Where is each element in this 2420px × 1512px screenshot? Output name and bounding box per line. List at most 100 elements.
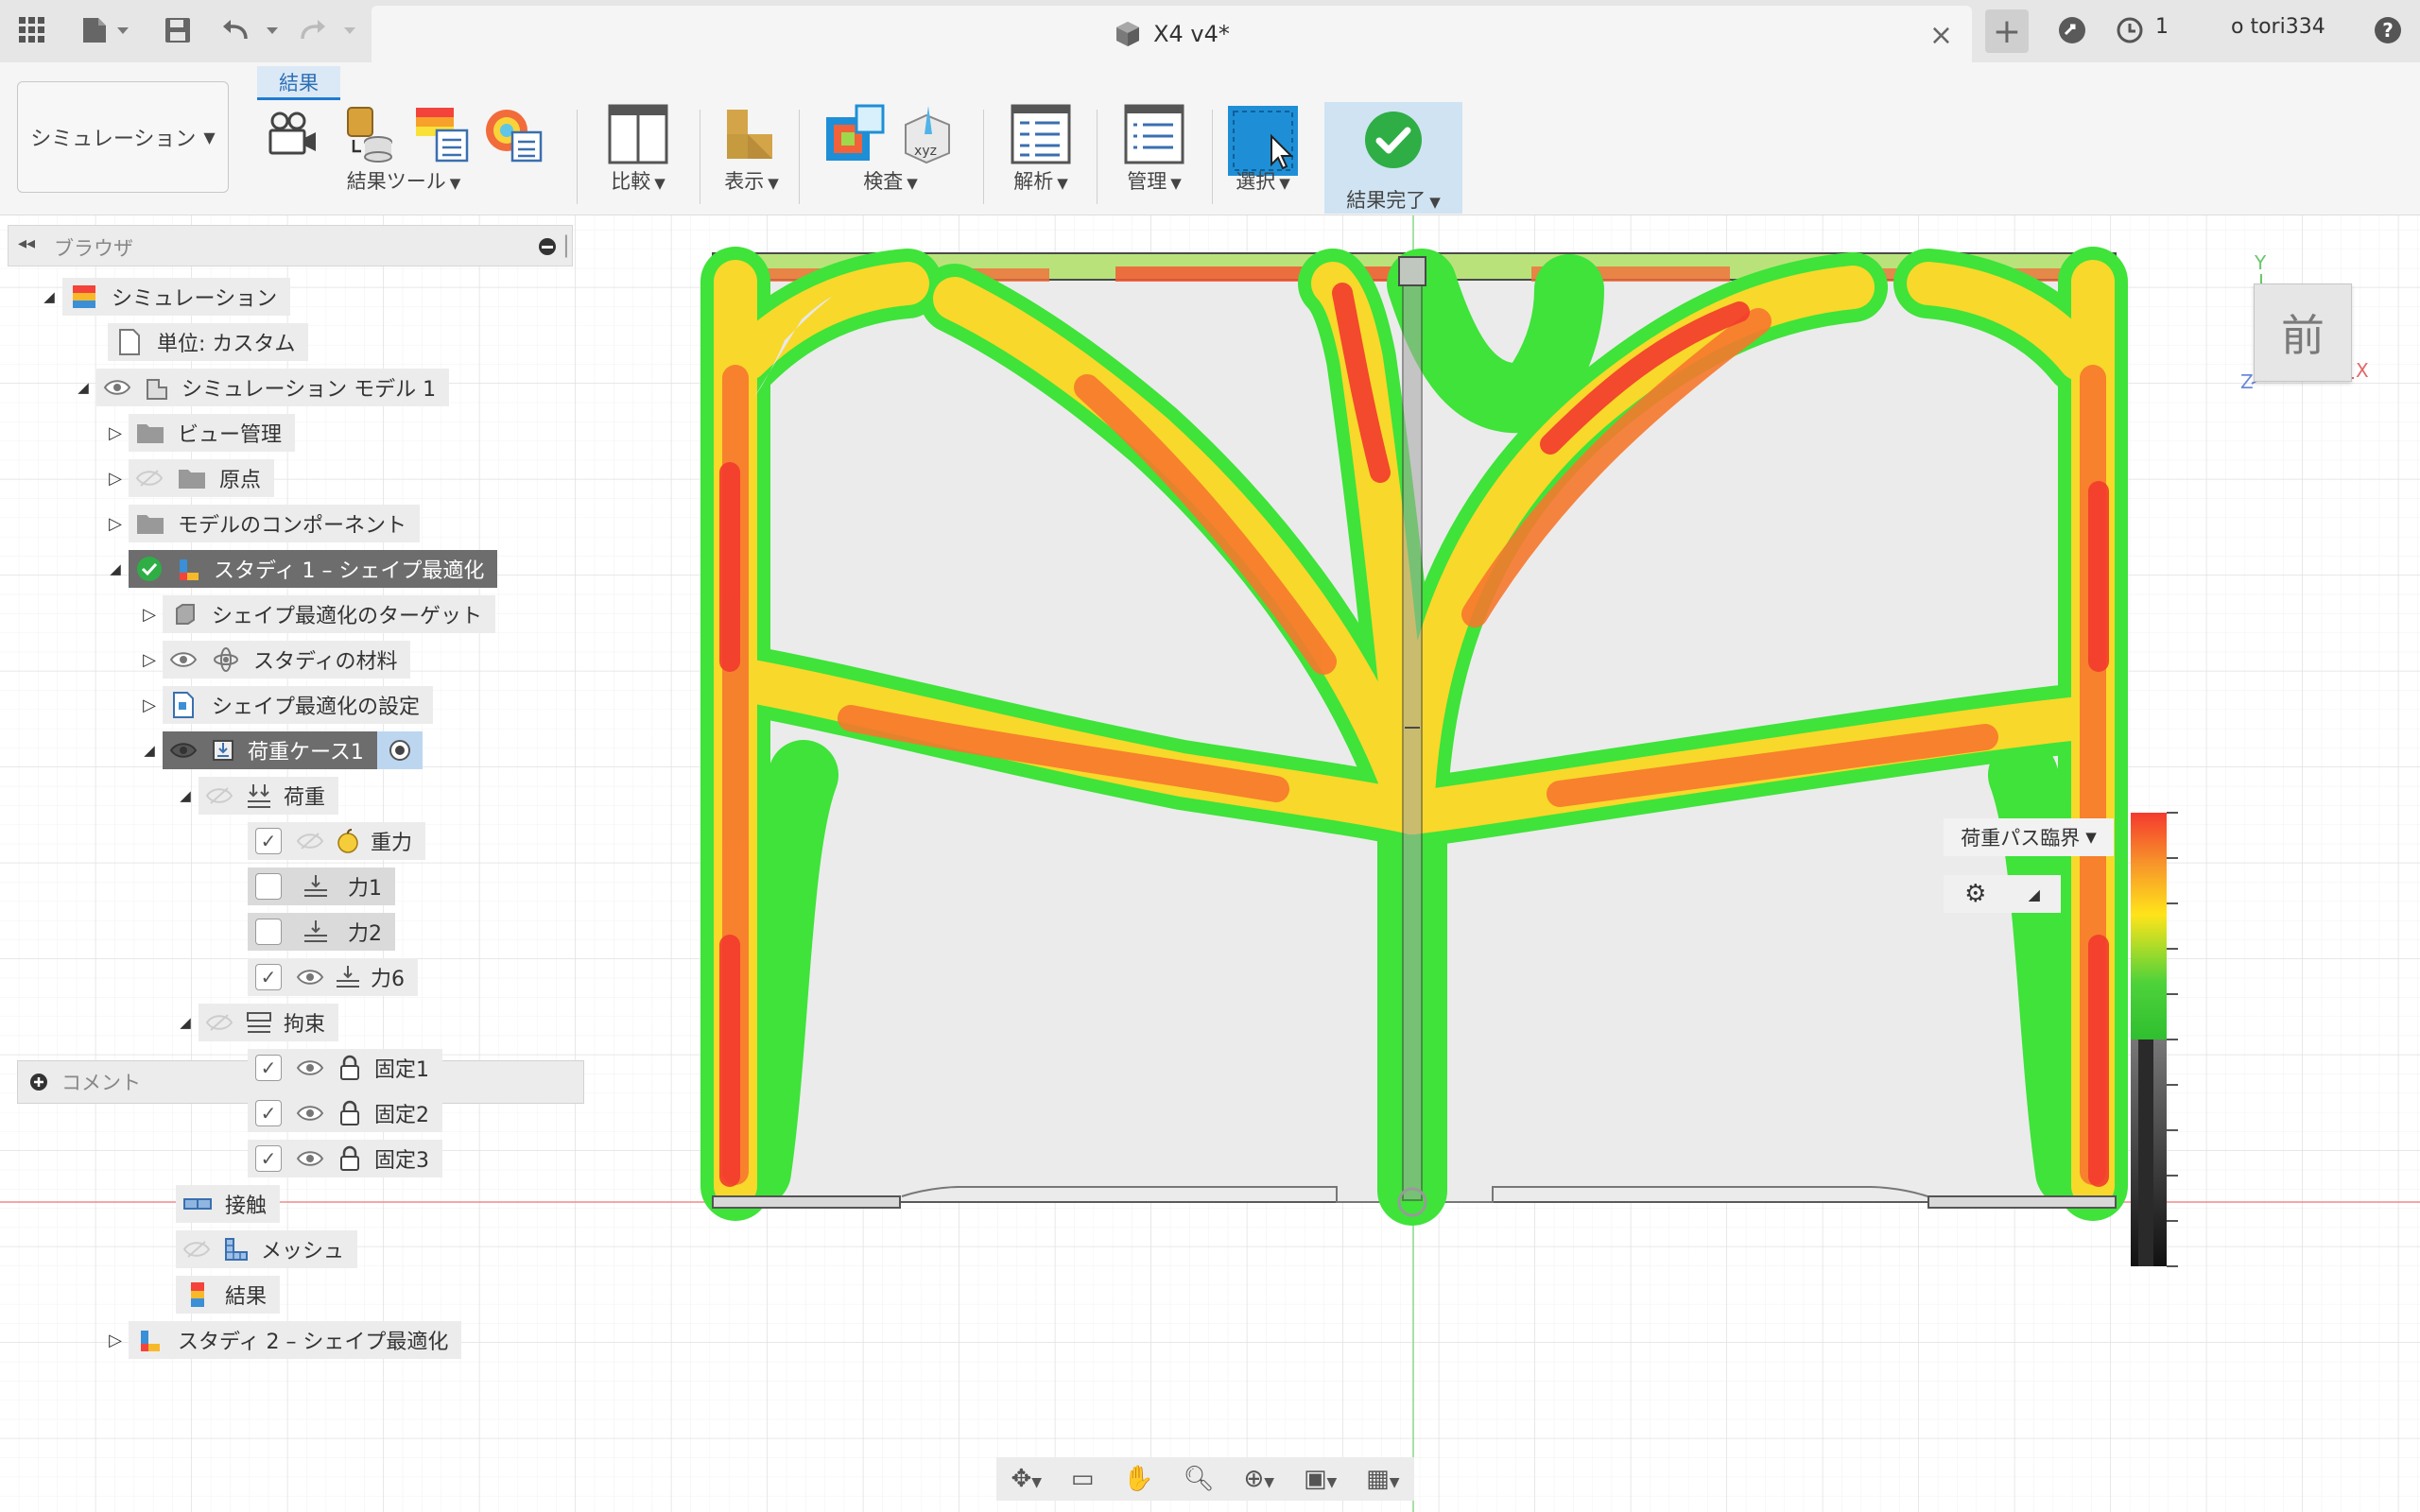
expand-triangle-icon[interactable]: ▷ <box>102 423 129 443</box>
view-cube[interactable]: 前 <box>2254 284 2352 382</box>
fixed1-checkbox[interactable]: ✓ <box>255 1055 282 1081</box>
tree-force1[interactable]: 力1 <box>248 868 395 905</box>
minimize-panel-icon[interactable] <box>538 237 557 256</box>
result-legend-icon[interactable] <box>410 104 471 164</box>
display-blocks-icon[interactable] <box>721 104 782 164</box>
tree-mesh[interactable]: メッシュ <box>176 1230 358 1268</box>
tab-results[interactable]: 結果 <box>257 66 340 100</box>
redo-icon[interactable] <box>299 11 365 49</box>
hidden-eye-icon[interactable] <box>199 1004 240 1041</box>
canvas-viewport[interactable]: Y Z X <box>0 215 2420 1512</box>
tree-model[interactable]: ◢ シミュレーション モデル 1 <box>70 369 450 406</box>
panel-resize-handle[interactable]: | <box>562 232 570 258</box>
force2-checkbox[interactable] <box>255 919 282 945</box>
close-tab-icon[interactable]: × <box>1929 19 1953 52</box>
analysis-list-icon[interactable] <box>1011 104 1071 164</box>
display-settings-icon[interactable]: ▣▼ <box>1304 1465 1337 1493</box>
tree-study2[interactable]: ▷ スタディ 2 – シェイプ最適化 <box>102 1321 462 1359</box>
tree-fixed2[interactable]: ✓ 固定2 <box>248 1094 442 1132</box>
legend-settings-gear-icon[interactable]: ⚙ <box>1964 880 1986 908</box>
tree-units[interactable]: 単位: カスタム <box>108 323 309 361</box>
expand-triangle-icon[interactable]: ▷ <box>102 1331 129 1350</box>
tree-loads[interactable]: ◢ 荷重 <box>172 777 339 815</box>
orbit-icon[interactable]: ✥▼ <box>1011 1465 1042 1493</box>
fixed2-checkbox[interactable]: ✓ <box>255 1100 282 1126</box>
compare-split-icon[interactable] <box>608 104 668 164</box>
tree-force6[interactable]: ✓ 力6 <box>248 958 418 996</box>
compare-label[interactable]: 比較 ▼ <box>586 166 690 195</box>
visibility-eye-icon[interactable] <box>289 1140 331 1177</box>
expand-triangle-icon[interactable]: ◢ <box>136 742 163 759</box>
expand-triangle-icon[interactable]: ◢ <box>102 560 129 577</box>
left-base-pad[interactable] <box>712 1195 901 1209</box>
hidden-eye-icon[interactable] <box>129 459 170 497</box>
tree-simulation[interactable]: ◢ シミュレーション <box>36 278 291 316</box>
tree-opt-settings[interactable]: ▷ シェイプ最適化の設定 <box>136 686 434 724</box>
hidden-eye-icon[interactable] <box>199 777 240 815</box>
tree-gravity[interactable]: ✓ 重力 <box>248 822 426 860</box>
undo-icon[interactable] <box>221 11 287 49</box>
center-rod[interactable] <box>1397 256 1427 1217</box>
hidden-eye-icon[interactable] <box>289 822 331 860</box>
result-tools-label[interactable]: 結果ツール ▼ <box>248 166 560 195</box>
user-name[interactable]: o tori334 <box>2231 15 2325 39</box>
expand-triangle-icon[interactable]: ◢ <box>172 787 199 804</box>
legend-collapse-icon[interactable]: ◢ <box>2029 885 2040 903</box>
pan-hand-icon[interactable]: ✋ <box>1123 1465 1153 1493</box>
fit-window-icon[interactable]: ⊕▼ <box>1243 1465 1274 1493</box>
visibility-eye-icon[interactable] <box>163 731 204 769</box>
tree-contact[interactable]: 接触 <box>176 1185 281 1223</box>
model-canvas[interactable] <box>0 215 2420 1512</box>
tree-constraints[interactable]: ◢ 拘束 <box>172 1004 339 1041</box>
probe-data-icon[interactable] <box>337 104 397 164</box>
active-load-case-radio-icon[interactable] <box>376 731 423 769</box>
select-label[interactable]: 選択 ▼ <box>1216 166 1310 195</box>
tree-study1[interactable]: ◢ スタディ 1 – シェイプ最適化 <box>102 550 498 588</box>
visibility-eye-icon[interactable] <box>289 1094 331 1132</box>
look-at-icon[interactable]: ▭ <box>1071 1465 1095 1493</box>
add-comment-icon[interactable] <box>29 1073 48 1091</box>
save-icon[interactable] <box>161 11 195 49</box>
expand-triangle-icon[interactable]: ▷ <box>102 514 129 534</box>
collapse-panel-icon[interactable]: ◂◂ <box>18 233 35 253</box>
visibility-eye-icon[interactable] <box>289 958 331 996</box>
visibility-eye-icon[interactable] <box>289 1049 331 1087</box>
visibility-eye-icon[interactable] <box>96 369 138 406</box>
force6-checkbox[interactable]: ✓ <box>255 964 282 990</box>
hidden-eye-icon[interactable] <box>176 1230 217 1268</box>
app-grid-icon[interactable] <box>13 11 51 49</box>
tree-opt-target[interactable]: ▷ シェイプ最適化のターゲット <box>136 595 496 633</box>
expand-triangle-icon[interactable]: ▷ <box>136 650 163 670</box>
fixed3-checkbox[interactable]: ✓ <box>255 1145 282 1172</box>
grid-settings-icon[interactable]: ▦▼ <box>1366 1465 1399 1493</box>
history-clock-icon[interactable] <box>2116 11 2144 49</box>
display-label[interactable]: 表示 ▼ <box>700 166 804 195</box>
animate-camera-icon[interactable] <box>263 104 323 164</box>
expand-triangle-icon[interactable]: ◢ <box>172 1014 199 1031</box>
force1-checkbox[interactable] <box>255 873 282 900</box>
manage-list-icon[interactable] <box>1124 104 1184 164</box>
document-tab[interactable]: X4 v4* × <box>372 6 1972 62</box>
tree-view-mgmt[interactable]: ▷ ビュー管理 <box>102 414 296 452</box>
inspect-label[interactable]: 検査 ▼ <box>805 166 976 195</box>
right-base-pad[interactable] <box>1927 1195 2117 1209</box>
analysis-label[interactable]: 解析 ▼ <box>989 166 1093 195</box>
xyz-probe-icon[interactable]: xyz <box>900 104 957 164</box>
tree-fixed3[interactable]: ✓ 固定3 <box>248 1140 442 1177</box>
zoom-icon[interactable]: 🔍︎ <box>1184 1465 1215 1493</box>
tree-results[interactable]: 結果 <box>176 1276 281 1314</box>
job-status-icon[interactable] <box>2053 11 2091 49</box>
help-icon[interactable]: ? <box>2371 11 2405 49</box>
tree-load-case1[interactable]: ◢ 荷重ケース1 <box>136 731 423 769</box>
tree-origin[interactable]: ▷ 原点 <box>102 459 275 497</box>
expand-triangle-icon[interactable]: ▷ <box>136 605 163 625</box>
finish-results-group[interactable]: 結果完了 ▼ <box>1324 102 1462 214</box>
legend-type-dropdown[interactable]: 荷重パス臨界 ▼ <box>1944 818 2114 856</box>
manage-label[interactable]: 管理 ▼ <box>1102 166 1206 195</box>
file-menu-icon[interactable] <box>78 11 134 49</box>
tree-material[interactable]: ▷ スタディの材料 <box>136 641 411 679</box>
expand-triangle-icon[interactable]: ◢ <box>70 379 96 396</box>
report-icon[interactable] <box>484 104 544 164</box>
expand-triangle-icon[interactable]: ▷ <box>102 469 129 489</box>
surface-plot-icon[interactable] <box>824 104 887 164</box>
